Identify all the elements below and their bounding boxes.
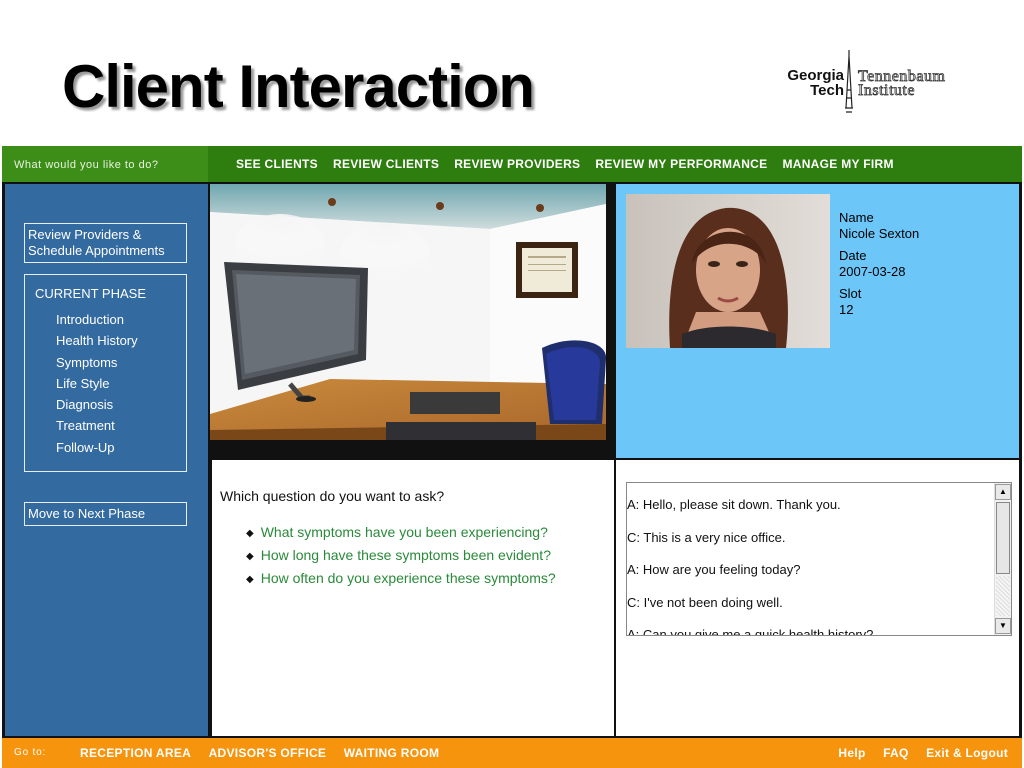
nav-see-clients[interactable]: SEE CLIENTS [236,146,318,182]
goto-label: Go to: [14,747,47,758]
scroll-track[interactable] [996,576,1010,616]
review-providers-button[interactable]: Review Providers & Schedule Appointments [24,223,187,263]
phase-item-follow-up[interactable]: Follow-Up [56,437,186,458]
nav-prompt: What would you like to do? [2,146,208,182]
bottom-navigation: Go to: RECEPTION AREA ADVISOR'S OFFICE W… [2,738,1022,768]
georgia-tech-tennenbaum-logo: Georgia Tech Tennenbaum Institute [756,50,988,116]
client-date-value: 2007-03-28 [839,264,906,279]
phase-item-life-style[interactable]: Life Style [56,373,186,394]
client-slot-value: 12 [839,302,854,317]
question-panel: Which question do you want to ask? ◆ What… [212,460,614,736]
nav-review-providers[interactable]: REVIEW PROVIDERS [454,146,580,182]
phase-item-diagnosis[interactable]: Diagnosis [56,394,186,415]
exit-logout-link[interactable]: Exit & Logout [926,746,1008,760]
client-photo [626,194,830,348]
goto-waiting-room[interactable]: WAITING ROOM [344,746,440,760]
conversation-panel: A: Hello, please sit down. Thank you. C:… [616,460,1019,736]
slide-title: Client Interaction [62,53,535,120]
current-phase-title: CURRENT PHASE [35,286,147,301]
goto-advisors-office[interactable]: ADVISOR'S OFFICE [209,746,327,760]
client-date-label: Date [839,248,867,263]
conversation-line: A: Can you give me a quick health histor… [627,627,874,636]
conversation-line: A: How are you feeling today? [627,562,801,577]
nav-manage-my-firm[interactable]: MANAGE MY FIRM [782,146,893,182]
logo-georgia-tech-text: Georgia Tech [787,67,844,99]
question-list: ◆ What symptoms have you been experiencin… [246,522,556,591]
utility-links: Help FAQ Exit & Logout [825,738,1008,768]
faq-link[interactable]: FAQ [883,746,909,760]
conversation-lines: A: Hello, please sit down. Thank you. C:… [627,497,991,636]
help-link[interactable]: Help [838,746,865,760]
conversation-log[interactable]: A: Hello, please sit down. Thank you. C:… [626,482,1012,636]
scroll-thumb[interactable] [996,502,1010,574]
question-option[interactable]: ◆ How long have these symptoms been evide… [246,545,556,568]
phase-item-treatment[interactable]: Treatment [56,415,186,436]
question-option[interactable]: ◆ How often do you experience these sympt… [246,568,556,591]
sidebar: Review Providers & Schedule Appointments… [5,184,208,736]
nav-review-clients[interactable]: REVIEW CLIENTS [333,146,439,182]
app-window: What would you like to do? SEE CLIENTS R… [2,146,1022,768]
bullet-icon: ◆ [246,574,254,585]
client-info-panel: Name Nicole Sexton Date 2007-03-28 Slot … [616,184,1019,458]
scroll-up-icon[interactable]: ▲ [995,484,1011,500]
client-name-label: Name [839,210,874,225]
client-slot-label: Slot [839,286,862,301]
phase-item-symptoms[interactable]: Symptoms [56,352,186,373]
conversation-line: C: I've not been doing well. [627,594,783,610]
current-phase-panel: CURRENT PHASE Introduction Health Histor… [24,274,187,472]
top-navigation: What would you like to do? SEE CLIENTS R… [2,146,1022,182]
client-details: Name Nicole Sexton Date 2007-03-28 Slot … [839,210,919,324]
logo-tennenbaum-text: Tennenbaum Institute [858,68,946,99]
bullet-icon: ◆ [246,551,254,562]
conversation-scrollbar[interactable]: ▲ ▼ [994,483,1011,635]
nav-review-my-performance[interactable]: REVIEW MY PERFORMANCE [595,146,767,182]
bullet-icon: ◆ [246,528,254,539]
office-scene-image [210,184,606,440]
phase-item-health-history[interactable]: Health History [56,330,186,351]
phase-item-introduction[interactable]: Introduction [56,309,186,330]
client-name-value: Nicole Sexton [839,226,920,241]
location-links: RECEPTION AREA ADVISOR'S OFFICE WAITING … [80,738,452,768]
question-option[interactable]: ◆ What symptoms have you been experiencin… [246,522,556,545]
move-to-next-phase-button[interactable]: Move to Next Phase [24,502,187,526]
tower-icon [845,50,853,113]
top-nav-links: SEE CLIENTS REVIEW CLIENTS REVIEW PROVID… [236,146,909,182]
phase-list: Introduction Health History Symptoms Lif… [35,309,186,458]
conversation-line: C: This is a very nice office. [627,529,786,545]
goto-reception-area[interactable]: RECEPTION AREA [80,746,191,760]
question-prompt: Which question do you want to ask? [220,488,445,504]
scroll-down-icon[interactable]: ▼ [995,618,1011,634]
conversation-line: A: Hello, please sit down. Thank you. [627,497,841,512]
